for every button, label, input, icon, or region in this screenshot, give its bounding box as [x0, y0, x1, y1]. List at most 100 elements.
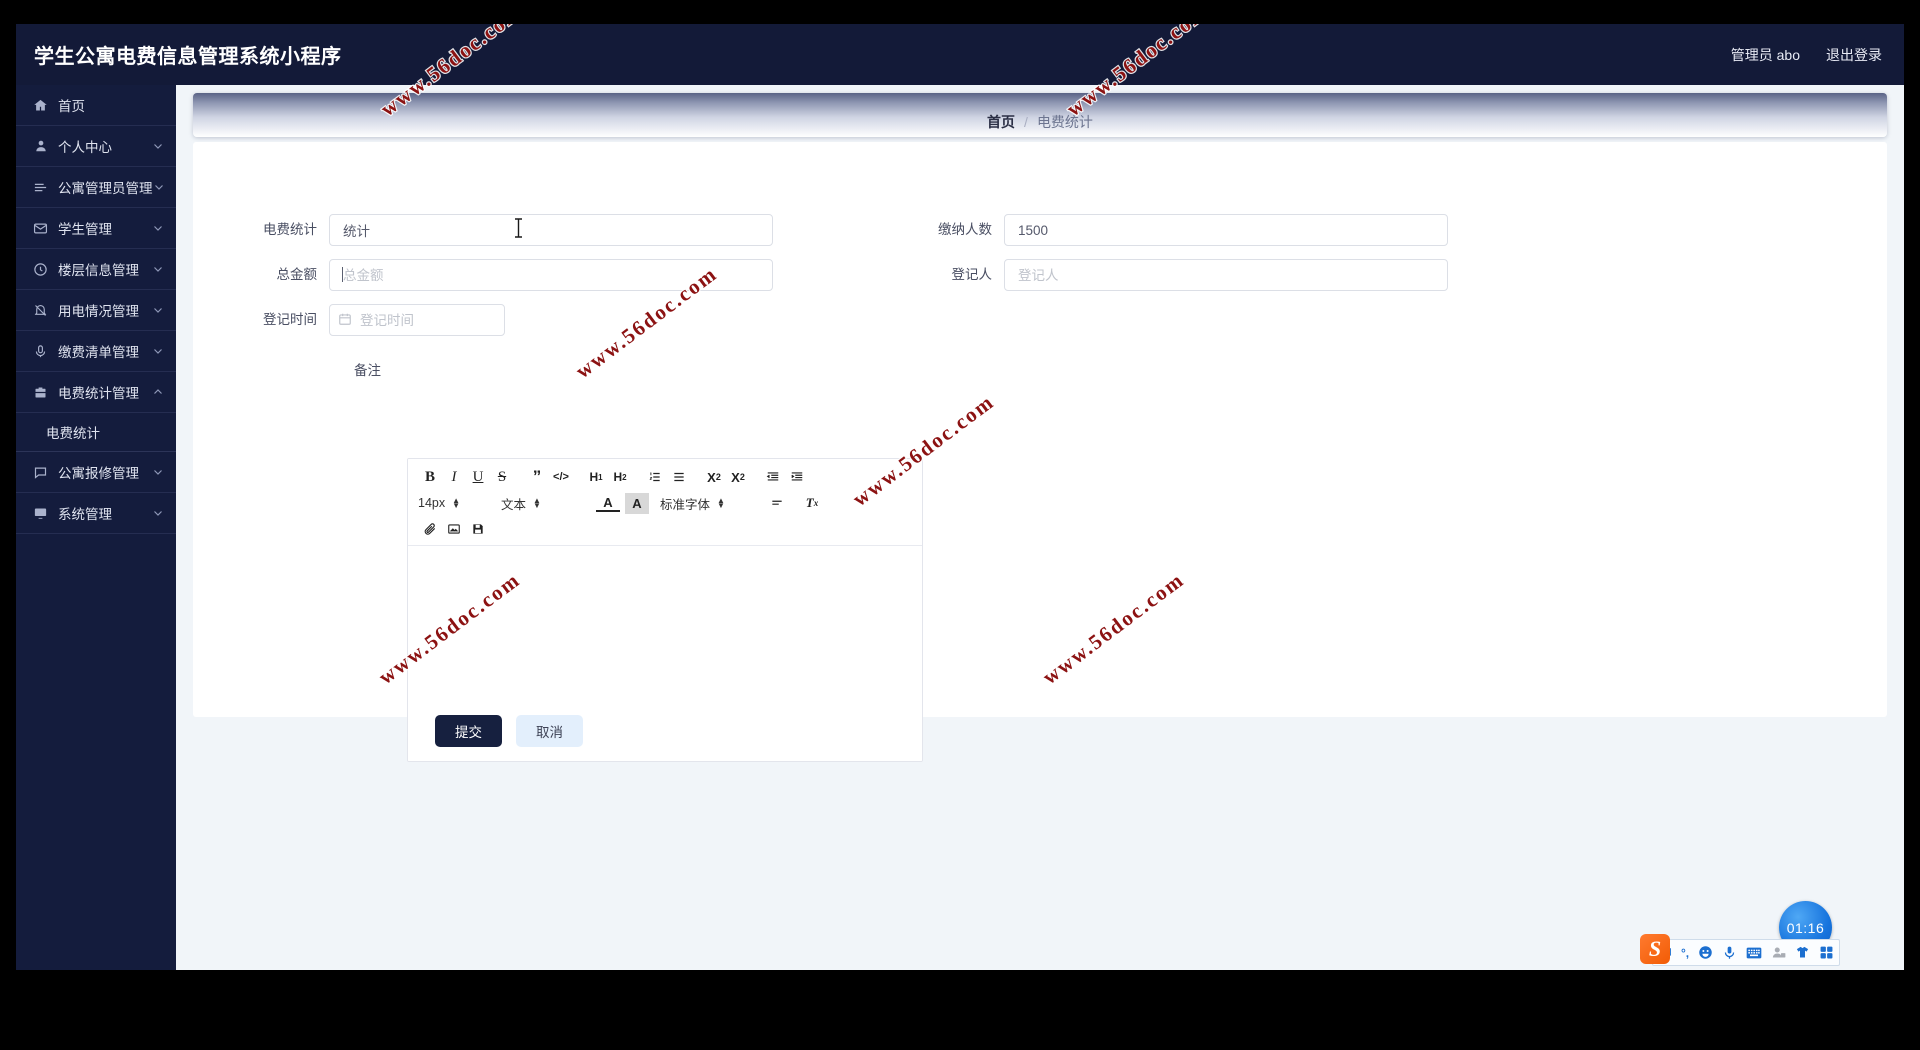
list-icon	[32, 179, 49, 196]
unordered-list-icon[interactable]	[667, 467, 691, 488]
mic-icon	[32, 343, 49, 360]
sogou-ime-logo-icon[interactable]: S	[1640, 934, 1670, 964]
underline-icon[interactable]: U	[466, 467, 490, 488]
sidebar-item-label: 学生管理	[58, 222, 112, 237]
home-icon	[32, 97, 49, 114]
logout-button[interactable]: 退出登录	[1826, 45, 1882, 65]
sidebar-item-payment-list[interactable]: 缴费清单管理	[16, 331, 176, 372]
chevron-down-icon	[152, 466, 164, 478]
form-card: 电费统计 缴纳人数 总金额	[193, 142, 1887, 762]
breadcrumb: 首页 / 电费统计	[987, 112, 1093, 132]
sidebar-item-label: 系统管理	[58, 507, 112, 522]
attachment-icon[interactable]	[418, 519, 442, 540]
clock-icon	[32, 261, 49, 278]
registrant-label: 登记人	[951, 267, 993, 282]
sidebar-item-electric-stats-detail[interactable]: 电费统计	[16, 413, 176, 451]
desktop-background: 学生公寓电费信息管理系统小程序 管理员 abo 退出登录 首页 个人中心 公寓管…	[0, 0, 1920, 1050]
sidebar-navigation[interactable]: 首页 个人中心 公寓管理员管理 学生管理 楼层信息管理 用电情况管理 缴费清单管…	[16, 85, 176, 970]
subscript-icon[interactable]: X2	[702, 467, 726, 488]
strikethrough-icon[interactable]: S	[490, 467, 514, 488]
insert-image-icon[interactable]	[442, 519, 466, 540]
heading-1-icon[interactable]: H1	[584, 467, 608, 488]
sidebar-item-floor-info[interactable]: 楼层信息管理	[16, 249, 176, 290]
message-icon	[32, 464, 49, 481]
field-row-total-amount: 总金额	[253, 259, 773, 291]
main-content-area: 首页 / 电费统计 电费统计 缴纳人数	[176, 85, 1904, 970]
cancel-button[interactable]: 取消	[516, 715, 583, 747]
italic-icon[interactable]: I	[442, 467, 466, 488]
breadcrumb-current: 电费统计	[1036, 113, 1093, 130]
block-type-select[interactable]: 文本 ▲ ▼	[501, 492, 585, 514]
ime-skin-icon[interactable]	[1795, 945, 1810, 960]
field-row-stat-name: 电费统计	[253, 214, 773, 246]
outdent-icon[interactable]	[761, 467, 785, 488]
sidebar-item-electricity-usage[interactable]: 用电情况管理	[16, 290, 176, 331]
editor-toolbar-row-1[interactable]: B I U S ” </> H1 H2 X 2 X 2	[418, 466, 912, 488]
align-icon[interactable]	[765, 493, 789, 514]
sidebar-item-label: 公寓管理员管理	[58, 181, 153, 196]
field-row-pay-count: 缴纳人数	[928, 214, 1448, 246]
sidebar-item-student-management[interactable]: 学生管理	[16, 208, 176, 249]
sidebar-item-repair-management[interactable]: 公寓报修管理	[16, 452, 176, 493]
total-amount-input[interactable]	[329, 259, 773, 291]
ime-voice-input-icon[interactable]	[1722, 945, 1737, 960]
stat-name-label: 电费统计	[263, 222, 317, 237]
sidebar-item-label: 楼层信息管理	[58, 263, 139, 278]
editor-toolbar[interactable]: B I U S ” </> H1 H2 X 2 X 2 14px ▲ ▼ 文本 …	[408, 459, 922, 546]
registrant-input[interactable]	[1004, 259, 1448, 291]
ime-toolbox-icon[interactable]	[1819, 945, 1834, 960]
code-icon[interactable]: </>	[549, 467, 573, 488]
stat-name-input[interactable]	[329, 214, 773, 246]
chevron-down-icon	[152, 507, 164, 519]
superscript-icon[interactable]: X2	[726, 467, 750, 488]
sidebar-item-electric-stats[interactable]: 电费统计管理	[16, 372, 176, 413]
editor-toolbar-row-3[interactable]	[418, 518, 912, 540]
monitor-icon	[32, 505, 49, 522]
text-color-icon[interactable]: A	[596, 495, 620, 512]
font-size-select[interactable]: 14px ▲ ▼	[418, 492, 490, 514]
chevron-down-icon	[152, 140, 164, 152]
ime-punctuation-mode-button[interactable]: °,	[1681, 946, 1689, 960]
font-family-select[interactable]: 标准字体 ▲ ▼	[660, 492, 754, 514]
form-actions: 提交 取消	[435, 715, 583, 747]
sidebar-item-home[interactable]: 首页	[16, 85, 176, 126]
chevron-down-icon	[153, 181, 165, 193]
field-row-registrant: 登记人	[928, 259, 1448, 291]
indent-icon[interactable]	[785, 467, 809, 488]
sidebar-item-system-management[interactable]: 系统管理	[16, 493, 176, 534]
sidebar-item-label: 用电情况管理	[58, 304, 139, 319]
sidebar-item-personal-center[interactable]: 个人中心	[16, 126, 176, 167]
register-time-input[interactable]	[329, 304, 505, 336]
ime-user-icon[interactable]	[1771, 945, 1786, 960]
heading-2-icon[interactable]: H2	[608, 467, 632, 488]
save-icon[interactable]	[466, 519, 490, 540]
stepper-arrows-icon: ▲ ▼	[533, 496, 541, 510]
header-user-area: 管理员 abo 退出登录	[1731, 45, 1882, 65]
editor-toolbar-row-2[interactable]: 14px ▲ ▼ 文本 ▲ ▼ A A 标准字体 ▲ ▼ T x	[418, 492, 912, 514]
ordered-list-icon[interactable]	[643, 467, 667, 488]
user-icon	[32, 138, 49, 155]
ime-toolbar[interactable]: 中 °,	[1652, 939, 1841, 966]
ime-soft-keyboard-icon[interactable]	[1746, 946, 1762, 960]
admin-name-label: 管理员 abo	[1730, 46, 1800, 63]
breadcrumb-bar: 首页 / 电费统计	[193, 93, 1887, 137]
application-window: 学生公寓电费信息管理系统小程序 管理员 abo 退出登录 首页 个人中心 公寓管…	[16, 24, 1904, 970]
sidebar-item-label: 个人中心	[58, 140, 112, 155]
submit-button[interactable]: 提交	[435, 715, 502, 747]
sidebar-submenu-electric-stats: 电费统计	[16, 413, 176, 452]
sidebar-item-label: 电费统计管理	[58, 386, 139, 401]
bold-icon[interactable]: B	[418, 467, 442, 488]
sidebar-item-apartment-admin[interactable]: 公寓管理员管理	[16, 167, 176, 208]
field-row-register-time: 登记时间	[253, 304, 513, 336]
ime-emoji-icon[interactable]	[1698, 945, 1713, 960]
register-time-datepicker[interactable]	[329, 304, 505, 336]
stepper-arrows-icon: ▲ ▼	[717, 496, 725, 510]
app-brand-title: 学生公寓电费信息管理系统小程序	[34, 46, 342, 68]
clear-format-icon[interactable]: Tx	[800, 493, 824, 514]
blockquote-icon[interactable]: ”	[525, 467, 549, 488]
total-amount-label: 总金额	[276, 267, 318, 282]
background-color-icon[interactable]: A	[625, 492, 649, 514]
register-time-label: 登记时间	[263, 312, 317, 327]
pay-count-input[interactable]	[1004, 214, 1448, 246]
breadcrumb-home-link[interactable]: 首页	[987, 112, 1015, 132]
